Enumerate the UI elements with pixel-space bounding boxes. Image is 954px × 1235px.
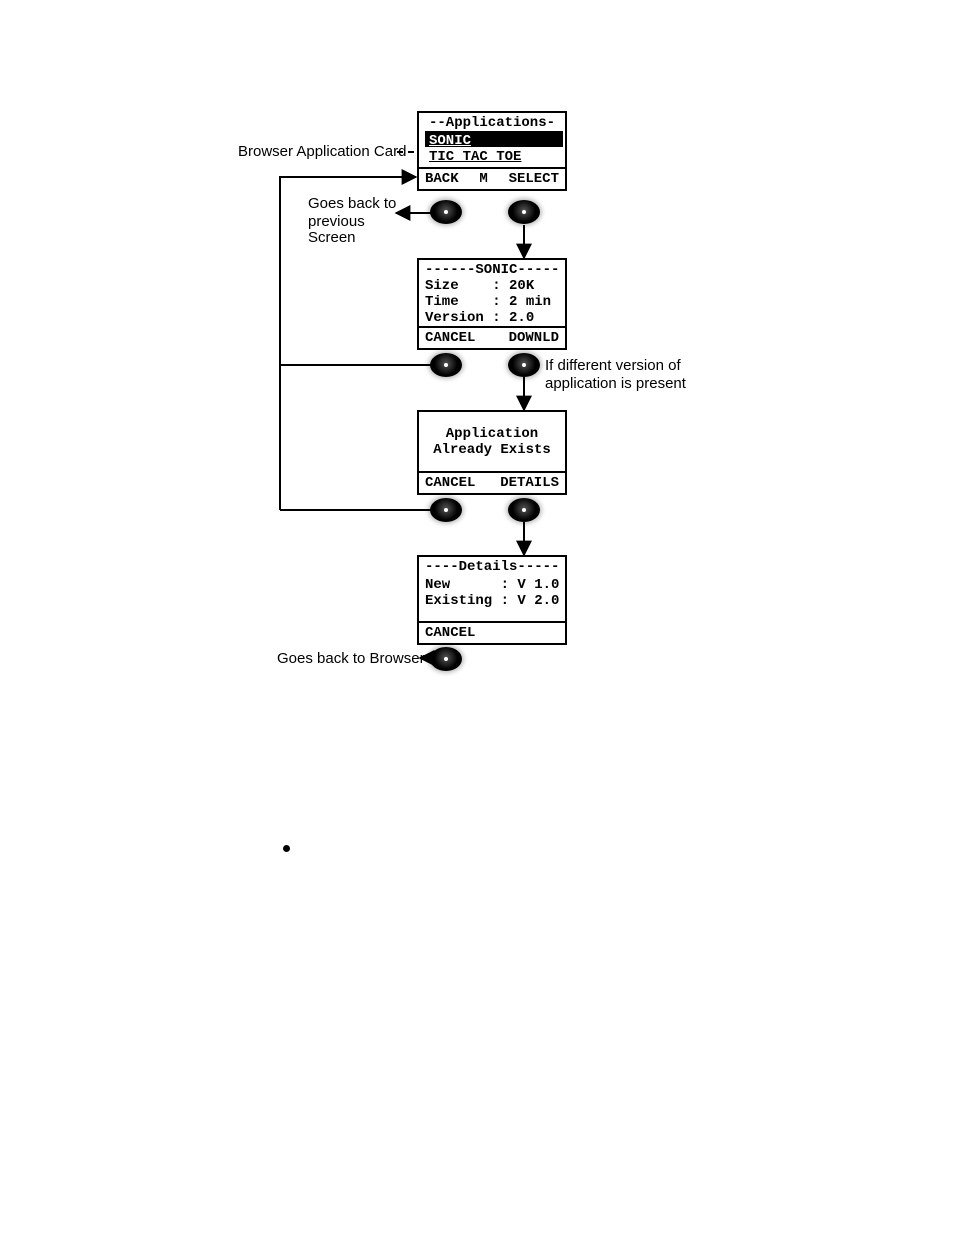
screen3-line1: Application <box>419 426 565 442</box>
button-screen2-cancel[interactable] <box>430 353 462 377</box>
button-screen3-details[interactable] <box>508 498 540 522</box>
button-screen1-select[interactable] <box>508 200 540 224</box>
screen3-line2: Already Exists <box>419 442 565 458</box>
label-goes-back-prev-line1: Goes back to <box>308 195 396 212</box>
label-diff-version-line2: application is present <box>545 375 686 392</box>
screen2-size: Size : 20K <box>425 278 534 294</box>
screen2-sk-cancel[interactable]: CANCEL <box>425 330 475 346</box>
label-goes-back-prev-line3: Screen <box>308 229 356 246</box>
screen-sonic-info: ------SONIC----- Size : 20K Time : 2 min… <box>417 258 567 350</box>
screen3-sk-cancel[interactable]: CANCEL <box>425 475 475 491</box>
screen4-existing: Existing : V 2.0 <box>425 593 559 609</box>
screen2-softkeys: CANCEL DOWNLD <box>419 326 565 348</box>
screen1-softkeys: BACK M SELECT <box>419 167 565 189</box>
button-screen2-downld[interactable] <box>508 353 540 377</box>
button-screen1-back[interactable] <box>430 200 462 224</box>
screen1-sk-back[interactable]: BACK <box>425 171 459 187</box>
screen-applications: --Applications-- SONIC TIC TAC TOE BACK … <box>417 111 567 191</box>
label-goes-back-browser: Goes back to Browser <box>277 650 425 667</box>
screen1-item-tictactoe[interactable]: TIC TAC TOE <box>429 149 521 165</box>
screen2-title: ------SONIC----- <box>425 262 559 278</box>
screen2-time: Time : 2 min <box>425 294 551 310</box>
screen1-item-sonic[interactable]: SONIC <box>425 133 471 149</box>
screen4-sk-cancel[interactable]: CANCEL <box>425 625 475 641</box>
screen1-sk-select[interactable]: SELECT <box>509 171 559 187</box>
screen4-title: ----Details----- <box>425 559 559 575</box>
label-browser-app-card: Browser Application Card <box>238 143 406 160</box>
screen2-version: Version : 2.0 <box>425 310 534 326</box>
label-diff-version-line1: If different version of <box>545 357 681 374</box>
screen4-new: New : V 1.0 <box>425 577 559 593</box>
screen2-sk-downld[interactable]: DOWNLD <box>509 330 559 346</box>
diagram-stage: Browser Application Card Goes back to pr… <box>0 0 954 1235</box>
screen-details: ----Details----- New : V 1.0 Existing : … <box>417 555 567 645</box>
label-goes-back-prev-line2: previous <box>308 213 365 230</box>
button-screen4-cancel[interactable] <box>430 647 462 671</box>
screen-already-exists: Application Already Exists CANCEL DETAIL… <box>417 410 567 495</box>
screen3-softkeys: CANCEL DETAILS <box>419 471 565 493</box>
button-screen3-cancel[interactable] <box>430 498 462 522</box>
bullet-dot <box>283 845 290 852</box>
screen3-sk-details[interactable]: DETAILS <box>500 475 559 491</box>
screen1-sk-m[interactable]: M <box>479 171 487 187</box>
screen4-softkeys: CANCEL <box>419 621 565 643</box>
